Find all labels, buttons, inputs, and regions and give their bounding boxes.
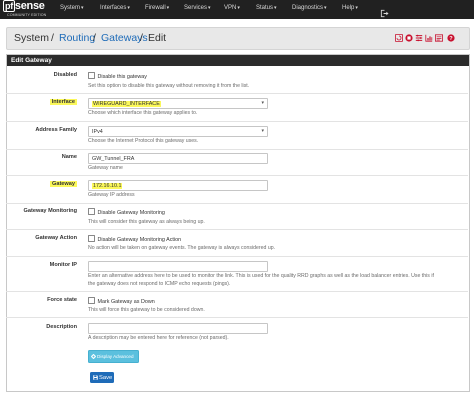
row-divider (6, 203, 468, 204)
svg-text:?: ? (449, 36, 453, 42)
force-state-checkbox-label: Mark Gateway as Down (97, 299, 155, 305)
description-input[interactable] (88, 323, 268, 334)
gateway-monitoring-help: This will consider this gateway as alway… (88, 219, 205, 225)
breadcrumb-separator: / (51, 32, 54, 44)
chevron-down-icon: ▾ (81, 5, 84, 11)
chevron-down-icon: ▾ (261, 100, 264, 106)
breadcrumb-routing[interactable]: Routing (59, 32, 95, 44)
breadcrumb: System / Routing / Gateways / Edit ? (6, 27, 470, 50)
row-divider (6, 93, 468, 94)
gateway-monitoring-checkbox-label: Disable Gateway Monitoring (97, 210, 165, 216)
display-advanced-label: Display Advanced (97, 354, 134, 359)
name-input[interactable]: GW_Tunnel_FRA (88, 153, 268, 164)
address-family-select[interactable]: IPv4 ▾ (88, 126, 268, 137)
gateway-help: Gateway IP address (88, 192, 135, 198)
nav-services[interactable]: Services▾ (184, 5, 211, 11)
gateway-monitoring-checkbox[interactable] (88, 208, 95, 215)
force-state-checkbox[interactable] (88, 297, 95, 304)
stop-service-icon[interactable] (405, 34, 413, 42)
address-family-label: Address Family (35, 127, 77, 133)
chevron-down-icon: ▾ (261, 128, 264, 134)
nav-vpn[interactable]: VPN▾ (224, 5, 240, 11)
gateway-action-control[interactable]: Disable Gateway Monitoring Action (88, 235, 181, 243)
service-status-icon[interactable] (395, 34, 403, 42)
row-divider (6, 317, 468, 318)
name-input-value: GW_Tunnel_FRA (92, 155, 135, 162)
gateway-ip-value: 172.16.10.1 (92, 182, 123, 189)
panel-heading: Edit Gateway (7, 55, 469, 66)
gear-icon (91, 353, 96, 359)
name-label: Name (61, 154, 77, 160)
gateway-action-checkbox[interactable] (88, 235, 95, 242)
logo-wordmark: pf sense (3, 0, 45, 12)
monitor-ip-input[interactable] (88, 261, 268, 272)
gateway-monitoring-label: Gateway Monitoring (23, 208, 77, 214)
nav-interfaces[interactable]: Interfaces▾ (100, 5, 130, 11)
top-navbar: pf sense COMMUNITY EDITION System▾ Interf… (0, 0, 474, 19)
row-divider (6, 149, 468, 150)
row-divider (6, 121, 468, 122)
graph-icon[interactable] (425, 34, 433, 42)
address-family-help: Choose the Internet Protocol this gatewa… (88, 138, 199, 144)
breadcrumb-edit: Edit (148, 32, 167, 44)
nav-help[interactable]: Help▾ (342, 5, 358, 11)
gateway-label: Gateway (49, 181, 77, 187)
gateway-action-checkbox-label: Disable Gateway Monitoring Action (97, 237, 182, 243)
save-label: Save (99, 374, 113, 381)
force-state-control[interactable]: Mark Gateway as Down (88, 297, 155, 305)
force-state-label: Force state (47, 297, 77, 303)
chevron-down-icon: ▾ (274, 5, 277, 11)
page-shortcut-icons: ? (395, 34, 465, 43)
display-advanced-button[interactable]: Display Advanced (88, 350, 139, 363)
logout-icon[interactable] (380, 5, 389, 18)
pfsense-logo[interactable]: pf sense COMMUNITY EDITION (3, 0, 47, 18)
save-button[interactable]: Save (90, 372, 114, 383)
interface-select-value: WIREGUARD_INTERFACE (92, 100, 161, 107)
help-icon[interactable]: ? (447, 34, 455, 42)
nav-firewall[interactable]: Firewall▾ (145, 5, 169, 11)
gateway-monitoring-control[interactable]: Disable Gateway Monitoring (88, 208, 165, 216)
disabled-control[interactable]: Disable this gateway (88, 72, 147, 80)
settings-icon[interactable] (415, 34, 423, 42)
breadcrumb-separator: / (93, 32, 96, 44)
interface-help: Choose which interface this gateway appl… (88, 110, 198, 116)
description-help: A description may be entered here for re… (88, 335, 229, 341)
gateway-ip-input[interactable]: 172.16.10.1 (88, 180, 268, 191)
log-list-icon[interactable] (435, 34, 443, 42)
chevron-down-icon: ▾ (208, 5, 211, 11)
interface-select[interactable]: WIREGUARD_INTERFACE ▾ (88, 98, 268, 109)
nav-diagnostics[interactable]: Diagnostics▾ (292, 5, 327, 11)
panel-title: Edit Gateway (11, 57, 52, 64)
gateway-action-label: Gateway Action (35, 235, 77, 241)
row-divider (6, 256, 468, 257)
row-divider (6, 229, 468, 230)
address-family-value: IPv4 (92, 128, 103, 135)
chevron-down-icon: ▾ (324, 5, 327, 11)
description-label: Description (46, 324, 77, 330)
save-icon (92, 375, 98, 380)
breadcrumb-system: System (14, 32, 50, 44)
row-divider (6, 291, 468, 292)
monitor-ip-help-line2: the gateway does not respond to ICMP ech… (88, 281, 231, 287)
disabled-help: Set this option to disable this gateway … (88, 83, 250, 89)
chevron-down-icon: ▾ (355, 5, 358, 11)
monitor-ip-help-line1: Enter an alternative address here to be … (88, 273, 434, 279)
disabled-checkbox-label: Disable this gateway (97, 74, 147, 80)
logo-edition: COMMUNITY EDITION (7, 13, 47, 17)
nav-status[interactable]: Status▾ (256, 5, 277, 11)
disabled-label: Disabled (53, 72, 77, 78)
row-divider (6, 175, 468, 176)
nav-system[interactable]: System▾ (60, 5, 84, 11)
chevron-down-icon: ▾ (127, 5, 130, 11)
disabled-checkbox[interactable] (88, 72, 95, 79)
gateway-action-help: No action will be taken on gateway event… (88, 245, 276, 251)
chevron-down-icon: ▾ (166, 5, 170, 11)
force-state-help: This will force this gateway to be consi… (88, 307, 205, 313)
chevron-down-icon: ▾ (237, 5, 240, 11)
monitor-ip-label: Monitor IP (49, 262, 77, 268)
interface-label: Interface (49, 99, 77, 105)
breadcrumb-separator: / (140, 32, 143, 44)
name-help: Gateway name (88, 165, 123, 171)
